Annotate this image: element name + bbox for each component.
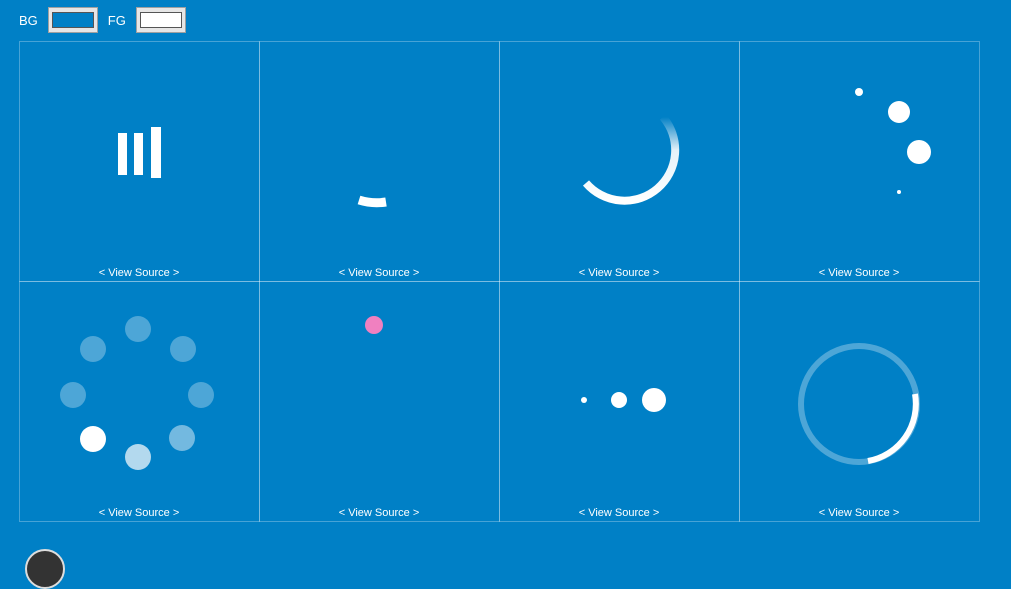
bar-3 bbox=[150, 126, 161, 178]
loader-cell-arc-small: < View Source > bbox=[258, 40, 500, 282]
pink-dot bbox=[364, 315, 383, 334]
ring-dot-2 bbox=[169, 335, 196, 362]
bg-label: BG bbox=[19, 12, 38, 28]
dot-4 bbox=[896, 189, 901, 194]
view-source-link[interactable]: < View Source > bbox=[20, 507, 259, 519]
fg-color-swatch bbox=[139, 12, 182, 28]
ring-progress-loader-graphic bbox=[797, 342, 920, 465]
small-arc bbox=[357, 195, 387, 207]
loader-cell-dots-ring: < View Source > bbox=[18, 280, 260, 522]
bar-1 bbox=[117, 132, 127, 175]
view-source-link[interactable]: < View Source > bbox=[260, 507, 499, 519]
bars-loader-graphic bbox=[117, 126, 161, 178]
arc-gradient-loader-graphic bbox=[582, 113, 679, 205]
bar-2 bbox=[133, 132, 143, 175]
color-controls: BG FG bbox=[19, 7, 196, 33]
dot-2 bbox=[887, 100, 910, 123]
bg-color-swatch bbox=[51, 12, 94, 28]
large-dot bbox=[641, 387, 666, 412]
ring-dot-4 bbox=[168, 424, 195, 451]
view-source-link[interactable]: < View Source > bbox=[740, 507, 979, 519]
dot-3 bbox=[906, 139, 931, 164]
gradient-arc bbox=[582, 113, 679, 205]
loader-cell-arc-gradient: < View Source > bbox=[498, 40, 740, 282]
loader-cell-pink-dot: < View Source > bbox=[258, 280, 500, 522]
small-dot bbox=[580, 396, 587, 403]
view-source-link[interactable]: < View Source > bbox=[500, 267, 739, 279]
three-dots-loader-graphic bbox=[580, 387, 666, 412]
dot-1 bbox=[854, 87, 863, 96]
pink-dot-loader-graphic bbox=[364, 315, 383, 334]
ring-dot-7 bbox=[59, 381, 86, 408]
view-source-link[interactable]: < View Source > bbox=[740, 267, 979, 279]
ring-dot-3 bbox=[187, 381, 214, 408]
bg-color-picker[interactable] bbox=[47, 7, 98, 33]
loader-cell-three-dots: < View Source > bbox=[498, 280, 740, 522]
loader-cell-ring-progress: < View Source > bbox=[738, 280, 980, 522]
view-source-link[interactable]: < View Source > bbox=[20, 267, 259, 279]
arc-small-loader-graphic bbox=[357, 195, 387, 207]
ring-dot-1 bbox=[124, 315, 151, 342]
fg-label: FG bbox=[107, 12, 126, 28]
avatar[interactable] bbox=[25, 549, 65, 589]
ring-progress-arc bbox=[866, 392, 919, 464]
ring-dot-5 bbox=[124, 443, 151, 470]
ring-dot-8 bbox=[79, 335, 106, 362]
fg-color-picker[interactable] bbox=[135, 7, 186, 33]
loader-cell-bars: < View Source > bbox=[18, 40, 260, 282]
loader-grid: < View Source > < View Source > < View S… bbox=[18, 40, 980, 522]
dots-ring-loader-graphic bbox=[59, 315, 214, 470]
dots-growing-loader-graphic bbox=[854, 87, 931, 194]
loader-cell-dots-growing: < View Source > bbox=[738, 40, 980, 282]
medium-dot bbox=[610, 391, 627, 408]
ring-dot-6 bbox=[79, 425, 106, 452]
view-source-link[interactable]: < View Source > bbox=[500, 507, 739, 519]
view-source-link[interactable]: < View Source > bbox=[260, 267, 499, 279]
